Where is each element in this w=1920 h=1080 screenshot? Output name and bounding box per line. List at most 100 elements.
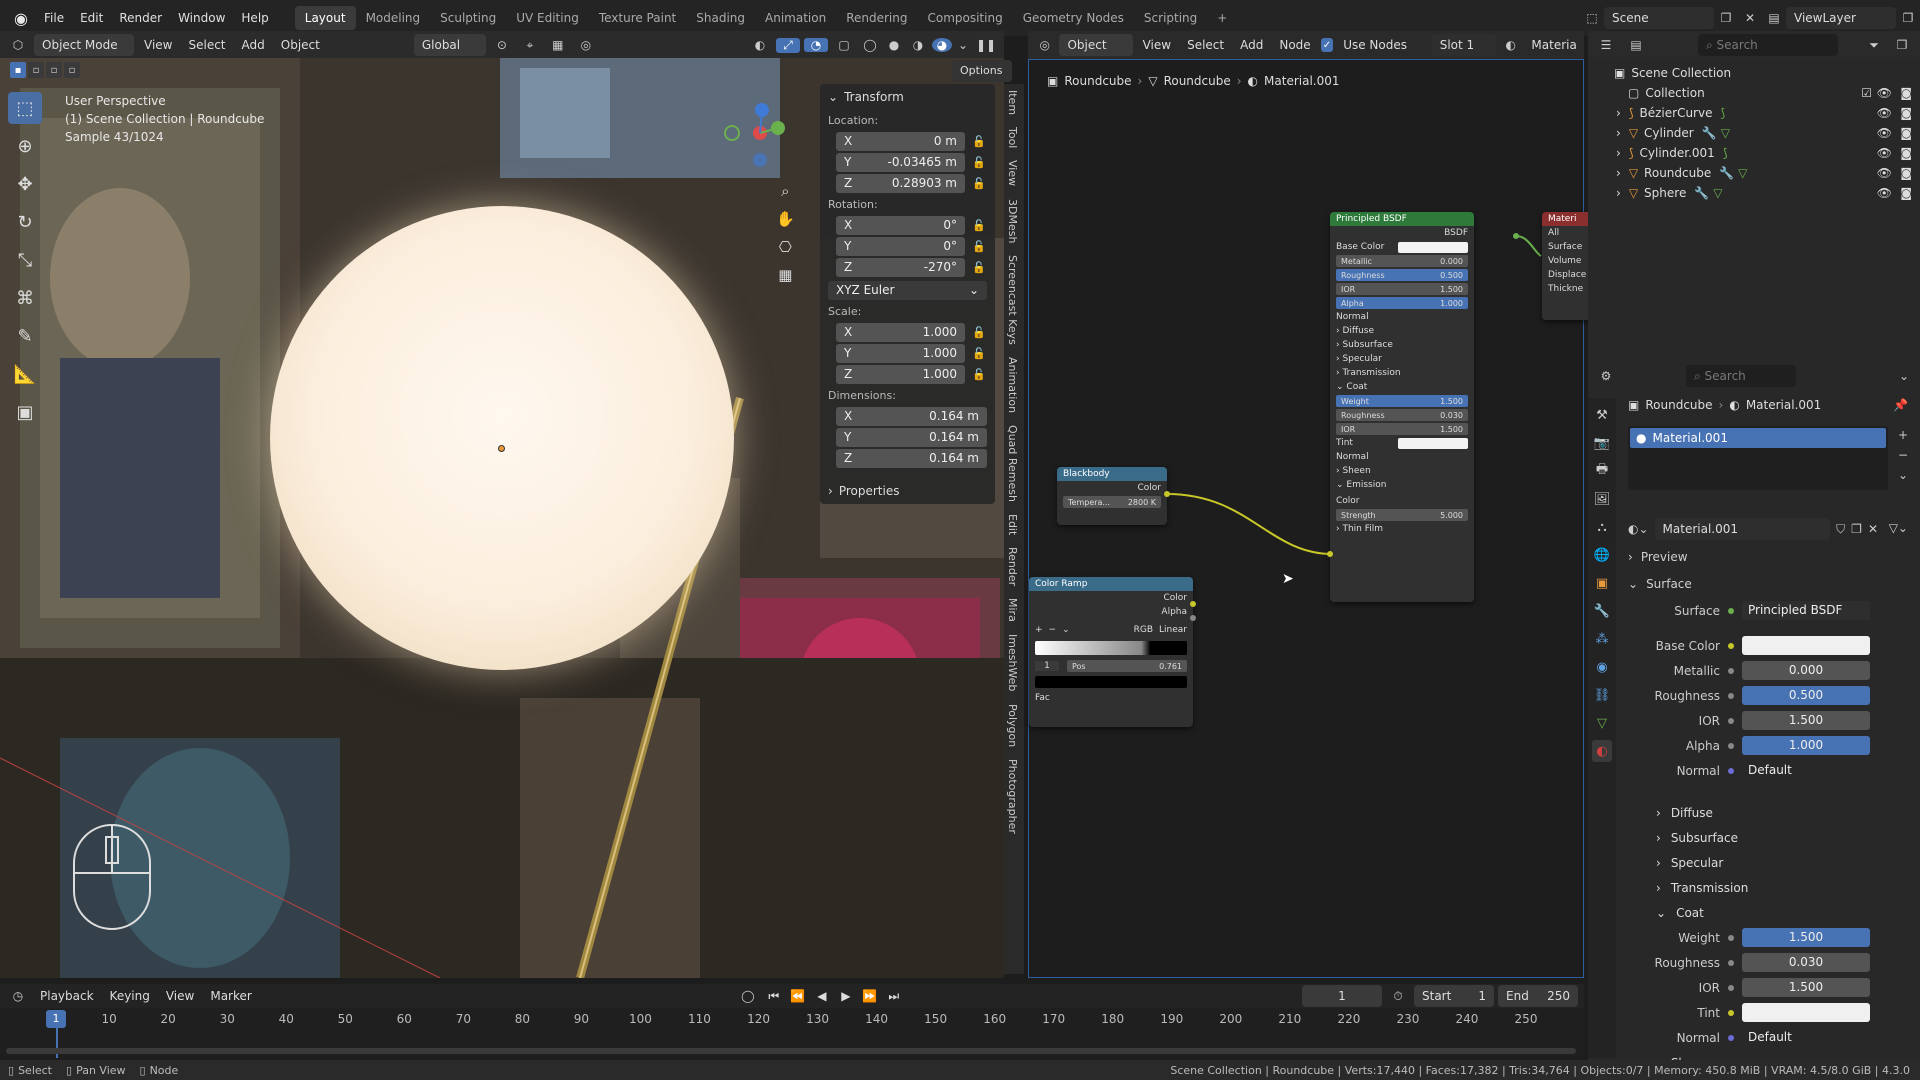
diffuse-panel[interactable]: Diffuse [1342,326,1374,336]
stopwatch-icon[interactable]: ⏱ [1386,989,1410,1004]
color-ramp-title[interactable]: Color Ramp [1029,577,1193,591]
tab-quad-remesh[interactable]: Quad Remesh [1004,419,1021,508]
ramp-color-mode[interactable]: RGB [1134,625,1153,635]
timeline-menu-keying[interactable]: Keying [104,989,156,1003]
camera-icon[interactable]: ◙ [1900,86,1912,100]
coat-roughness-field[interactable]: 0.030 [1742,953,1870,972]
camera-icon[interactable]: ◙ [1900,146,1912,160]
rotate-tool-icon[interactable]: ↻ [8,206,42,238]
tab-imeshweb[interactable]: ImeshWeb [1004,628,1021,697]
material-output-node[interactable]: Materi All Surface Volume Displace Thick… [1542,212,1592,320]
chevron-right-icon[interactable]: › [1616,146,1621,160]
normal-field[interactable]: Default [1742,761,1870,780]
node-menu-add[interactable]: Add [1234,38,1269,52]
outliner-item-beziercurve[interactable]: › ⟆ BézierCurve ⟆ 👁 ◙ [1588,103,1920,123]
mode-selector[interactable]: Object Mode [34,34,134,56]
ior-field[interactable]: 1.500 [1742,711,1870,730]
scene-icon[interactable]: ⬚ [1580,11,1604,25]
camera-icon[interactable]: ◙ [1900,186,1912,200]
pin-icon[interactable]: 📌 [1893,398,1908,412]
scale-y-field[interactable]: Y 1.000 [836,343,965,363]
alpha-field[interactable]: Alpha 1.000 [1336,297,1468,309]
fake-user-icon[interactable]: ⛉ [1836,522,1845,537]
diffuse-panel[interactable]: Diffuse [1671,806,1713,820]
camera-icon[interactable]: ◙ [1900,126,1912,140]
location-z-field[interactable]: Z 0.28903 m [836,173,965,193]
material-selector[interactable]: Materia [1525,38,1578,52]
lock-icon[interactable]: 🔓 [971,326,987,339]
lock-icon[interactable]: 🔓 [971,261,987,274]
color-ramp-node[interactable]: Color Ramp Color Alpha + − ⌄ RGB Linear … [1029,577,1193,727]
temperature-field[interactable]: Tempera... 2800 K [1063,496,1161,508]
select-invert-icon[interactable]: ▫ [64,62,80,78]
ramp-alpha-output-socket[interactable] [1190,615,1196,621]
chevron-right-icon[interactable]: › [1616,186,1621,200]
output-target-dropdown[interactable]: All [1542,226,1592,240]
chevron-right-icon[interactable]: › [1656,806,1661,820]
tab-shading[interactable]: Shading [686,6,755,30]
tab-animation-sidebar[interactable]: Animation [1004,351,1021,419]
coat-tint-field[interactable] [1742,1003,1870,1022]
coat-weight-field[interactable]: Weight 1.500 [1336,395,1468,407]
zoom-icon[interactable]: ⌕ [776,182,795,200]
lock-icon[interactable]: 🔓 [971,177,987,190]
base-color-field[interactable] [1742,636,1870,655]
chevron-right-icon[interactable]: › [1616,106,1621,120]
snap-icon[interactable]: ⌖ [518,38,542,53]
bsdf-output-socket[interactable] [1513,233,1519,239]
sheen-panel[interactable]: Sheen [1342,466,1370,476]
alpha-field[interactable]: 1.000 [1742,736,1870,755]
chevron-down-icon[interactable]: ⌄ [1656,906,1666,920]
eye-icon[interactable]: 👁 [1877,166,1892,180]
jump-key-forward-icon[interactable]: ⏩ [860,989,880,1003]
tab-texture-paint[interactable]: Texture Paint [589,6,686,30]
camera-icon[interactable]: ◙ [1900,166,1912,180]
end-frame-field[interactable]: End 250 [1498,985,1578,1007]
scene-selector[interactable]: Scene [1604,7,1714,29]
ramp-interpolation[interactable]: Linear [1159,625,1187,635]
current-frame-field[interactable]: 1 [1302,985,1382,1007]
world-tab-icon[interactable]: 🌐 [1592,544,1612,566]
dimension-x-field[interactable]: X 0.164 m [836,406,987,426]
chevron-right-icon[interactable]: › [1616,166,1621,180]
dimension-y-field[interactable]: Y 0.164 m [836,427,987,447]
properties-panel-title[interactable]: Properties [839,484,900,498]
timeline-menu-playback[interactable]: Playback [34,989,100,1003]
emission-strength-field[interactable]: Strength 5.000 [1336,509,1468,521]
ramp-stop-pos-field[interactable]: Pos 0.761 [1067,660,1187,672]
tab-layout[interactable]: Layout [294,6,356,30]
editor-type-icon[interactable]: ⚙ [1594,369,1618,383]
rotation-x-field[interactable]: X 0° [836,215,965,235]
jump-start-icon[interactable]: ⏮ [764,989,784,1004]
node-menu-view[interactable]: View [1137,38,1177,52]
timeline-menu-marker[interactable]: Marker [204,989,257,1003]
add-slot-icon[interactable]: + [1898,428,1908,442]
viewport-menu-object[interactable]: Object [275,38,326,52]
tab-item[interactable]: Item [1004,84,1021,121]
coat-panel[interactable]: Coat [1346,382,1367,392]
scene-tab-icon[interactable]: ⛬ [1592,516,1612,538]
tab-geometry-nodes[interactable]: Geometry Nodes [1013,6,1134,30]
preview-panel[interactable]: Preview [1641,550,1688,564]
add-cube-tool-icon[interactable]: ▣ [8,396,42,428]
remove-slot-icon[interactable]: − [1898,448,1908,462]
chevron-down-icon[interactable]: ⌄ [1336,480,1346,490]
tab-screencast-keys[interactable]: Screencast Keys [1004,249,1021,351]
gizmo-icon[interactable]: ⤢ [776,37,800,53]
chevron-right-icon[interactable]: › [1616,126,1621,140]
outliner-item-sphere[interactable]: › ▽ Sphere 🔧 ▽ 👁 ◙ [1588,183,1920,203]
chevron-down-icon[interactable]: ⌄ [828,90,838,104]
jump-end-icon[interactable]: ⏭ [884,989,904,1004]
shading-options-icon[interactable]: ⌄ [956,38,970,52]
tab-mira[interactable]: Mira [1004,592,1021,628]
jump-key-back-icon[interactable]: ⏪ [788,989,808,1003]
material-slot-item[interactable]: ● Material.001 [1630,428,1886,448]
metallic-field[interactable]: Metallic 0.000 [1336,255,1468,267]
ramp-stop-index[interactable]: 1 [1035,661,1059,671]
chevron-down-icon[interactable]: ⌄ [1894,369,1914,383]
pivot-icon[interactable]: ⊙ [490,38,514,52]
blackbody-output-socket[interactable] [1164,491,1170,497]
material-sphere-icon[interactable]: ◐ [1500,38,1521,52]
transmission-panel[interactable]: Transmission [1342,368,1400,378]
chevron-right-icon[interactable]: › [1656,881,1661,895]
